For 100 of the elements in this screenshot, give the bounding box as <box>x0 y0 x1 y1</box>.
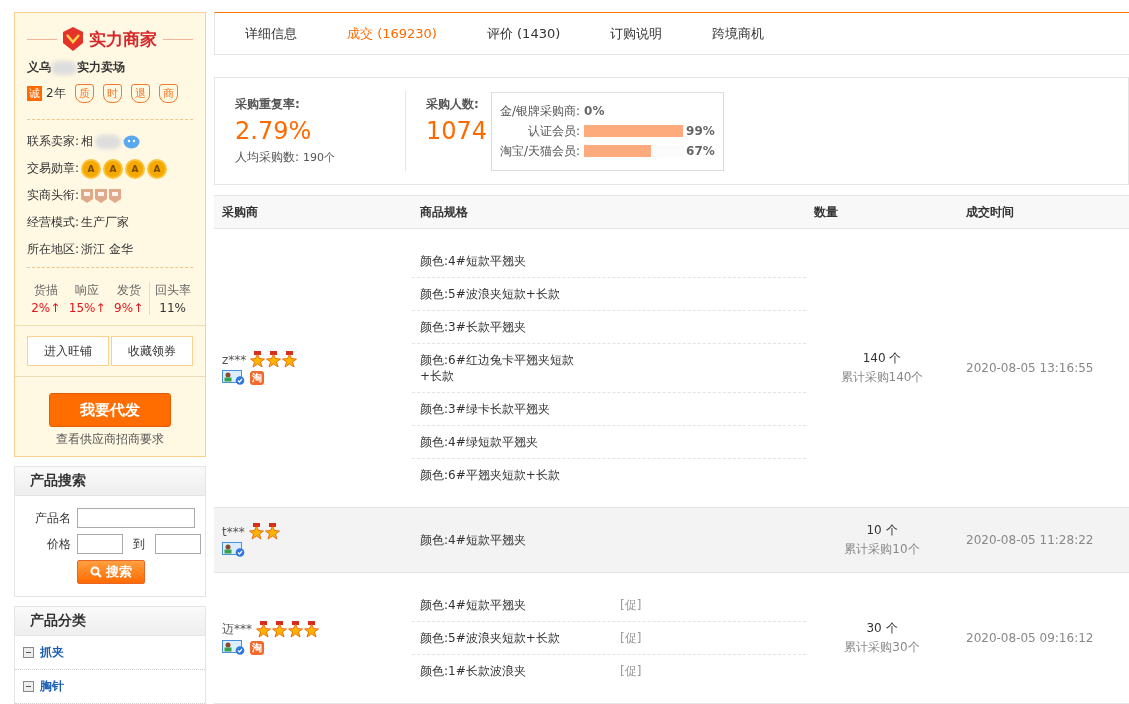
repeat-rate: 2.79% <box>235 117 313 146</box>
product-name-field[interactable] <box>77 508 195 528</box>
stat-label: 采购人数: <box>426 96 480 114</box>
category-link[interactable]: 抓夹 <box>40 644 64 661</box>
brand-title: 实力商家 <box>89 27 157 51</box>
medal-badge: A <box>83 160 100 177</box>
metric-label: 货描 <box>33 282 58 299</box>
verified-member-icon <box>222 370 246 385</box>
metric-value: 11% <box>159 301 186 315</box>
info-label: 联系卖家: <box>27 133 80 150</box>
breakdown-label: 认证会员: <box>527 122 581 140</box>
category-link[interactable]: 胸针 <box>40 678 64 695</box>
spec-text: 颜色:6#红边兔卡平翘夹短款+长款 <box>420 352 575 384</box>
spec-text: 颜色:4#绿短款平翘夹 <box>420 434 539 450</box>
tab[interactable]: 订购说明 <box>596 24 677 43</box>
info-label: 所在地区: <box>27 241 80 258</box>
column-header: 商品规格 <box>419 203 469 221</box>
total-purchased: 累计采购30个 <box>844 639 920 656</box>
spec-text: 颜色:6#平翘夹短款+长款 <box>420 467 561 483</box>
title-shield-icon <box>109 188 122 203</box>
column-header: 成交时间 <box>965 203 1015 221</box>
buyer-name: z*** <box>222 352 247 367</box>
title-shield-icon <box>95 188 108 203</box>
promo-tag: [促] <box>620 630 798 646</box>
breakdown-label: 金/银牌采购商: <box>500 102 581 120</box>
panel-title: 产品分类 <box>15 607 205 636</box>
info-label: 实商头衔: <box>27 187 80 204</box>
promo-tag: [促] <box>620 663 798 679</box>
star-medal-icon <box>266 351 282 368</box>
years-label: 2年 <box>46 85 66 102</box>
star-medal-icon <box>256 621 271 638</box>
verified-member-icon <box>222 640 246 655</box>
metric-label: 发货 <box>116 282 141 299</box>
stat-label: 人均采购数: <box>235 149 300 167</box>
stat-label: 采购重复率: <box>235 96 301 114</box>
title-shield-icon <box>81 188 94 203</box>
star-medal-icon <box>264 523 280 540</box>
shield-logo-icon <box>63 27 83 51</box>
search-icon <box>90 566 102 578</box>
spec-text: 颜色:3#绿卡长款平翘夹 <box>420 401 551 417</box>
column-header: 采购商 <box>221 203 259 221</box>
medal-badge: A <box>127 160 144 177</box>
blurred-text <box>95 134 122 149</box>
field-label: 产品名 <box>34 509 71 527</box>
quantity: 140 个 <box>862 350 902 367</box>
info-value: 浙江 金华 <box>81 241 133 258</box>
collapse-icon[interactable] <box>23 681 34 692</box>
shop-button[interactable]: 进入旺铺 <box>27 336 109 366</box>
metric-value: 9%↑ <box>114 301 144 315</box>
quantity: 30 个 <box>866 620 898 637</box>
promo-tag: [促] <box>620 597 798 613</box>
buyer-count: 1074 <box>426 117 486 146</box>
star-medal-icon <box>304 621 319 638</box>
metric-value: 15%↑ <box>68 301 106 315</box>
spec-text: 颜色:1#长款波浪夹 <box>420 663 527 679</box>
field-label: 到 <box>133 535 145 553</box>
supplier-requirements-link[interactable]: 查看供应商招商要求 <box>56 431 164 448</box>
integrity-badge: 诚 <box>27 86 42 101</box>
medal-badge: A <box>149 160 166 177</box>
breakdown-label: 淘宝/天猫会员: <box>500 142 581 160</box>
collapse-icon[interactable] <box>23 647 34 658</box>
total-purchased: 累计采购10个 <box>844 541 920 558</box>
quantity: 10 个 <box>866 522 898 539</box>
deal-time: 2020-08-05 09:16:12 <box>965 631 1095 645</box>
spec-text: 颜色:5#波浪夹短款+长款 <box>420 630 561 646</box>
min-price-field[interactable] <box>77 534 123 554</box>
taobao-badge: 淘 <box>250 370 264 385</box>
deal-time: 2020-08-05 11:28:22 <box>965 533 1095 547</box>
shop-name[interactable]: 义乌 <box>27 59 51 76</box>
panel-title: 产品搜索 <box>15 467 205 496</box>
metric-value: 2%↑ <box>31 301 61 315</box>
deal-time: 2020-08-05 13:16:55 <box>965 361 1095 375</box>
contact-name: 相 <box>81 133 94 150</box>
chat-bubble-icon[interactable] <box>123 134 141 149</box>
spec-text: 颜色:4#短款平翘夹 <box>420 597 527 613</box>
breakdown-value: 99% <box>686 124 715 139</box>
shop-button[interactable]: 收藏领券 <box>111 336 193 366</box>
breakdown-value: 0% <box>584 104 605 119</box>
tab[interactable]: 评价 (1430) <box>472 24 575 43</box>
breakdown-value: 67% <box>686 144 715 159</box>
metric-label: 响应 <box>75 282 100 299</box>
verified-member-icon <box>222 542 246 557</box>
spec-text: 颜色:4#短款平翘夹 <box>420 253 527 269</box>
max-price-field[interactable] <box>155 534 201 554</box>
buyer-name: 迈*** <box>222 621 252 638</box>
total-purchased: 累计采购140个 <box>840 369 924 386</box>
metric-label: 回头率 <box>154 282 191 299</box>
star-medal-icon <box>282 351 298 368</box>
star-medal-icon <box>250 351 266 368</box>
tab[interactable]: 详细信息 <box>231 24 311 43</box>
taobao-badge: 淘 <box>250 640 264 655</box>
column-header: 数量 <box>813 203 839 221</box>
shop-name[interactable]: 实力卖场 <box>77 59 125 76</box>
star-medal-icon <box>272 621 287 638</box>
spec-text: 颜色:3#长款平翘夹 <box>420 319 527 335</box>
info-label: 经营模式: <box>27 214 80 231</box>
star-medal-icon <box>288 621 303 638</box>
info-label: 交易勋章: <box>27 160 80 177</box>
tab[interactable]: 跨境商机 <box>698 24 779 43</box>
spec-text: 颜色:5#波浪夹短款+长款 <box>420 286 561 302</box>
